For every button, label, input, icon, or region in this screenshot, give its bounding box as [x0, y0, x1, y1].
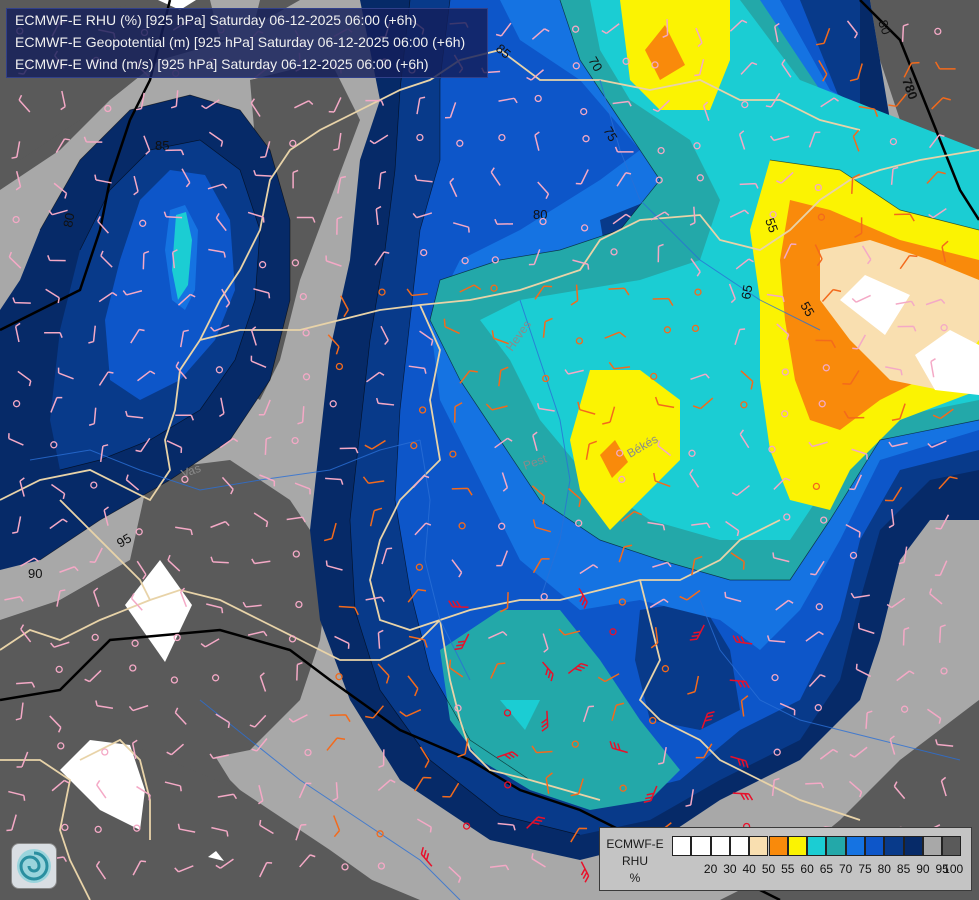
legend-swatch [710, 836, 730, 856]
legend-swatch [884, 836, 904, 856]
spiral-logo-icon [17, 849, 51, 883]
legend-swatch [903, 836, 923, 856]
legend-swatch [672, 836, 692, 856]
legend-label: 100 [943, 862, 964, 876]
legend-swatch [691, 836, 711, 856]
legend-title-line: RHU [622, 854, 648, 868]
rhu-legend: ECMWF-E RHU % 20 30 40 50 55 60 65 70 75 80 85 90 95… [599, 827, 972, 891]
provider-logo [11, 843, 57, 889]
map-title-box: ECMWF-E RHU (%) [925 hPa] Saturday 06-12… [6, 8, 488, 78]
title-rhu: ECMWF-E RHU (%) [925 hPa] Saturday 06-12… [15, 12, 417, 28]
legend-swatch [942, 836, 962, 856]
legend-swatch [749, 836, 769, 856]
legend-swatch [768, 836, 788, 856]
legend-swatch [807, 836, 827, 856]
legend-title-line: % [629, 871, 641, 885]
legend-title-line: ECMWF-E [606, 837, 664, 851]
contour-label: 65 [738, 284, 755, 301]
weather-map: 85 80 75 70 65 55 95 90 85 80 780 80 55 … [0, 0, 979, 900]
legend-swatch [865, 836, 885, 856]
legend-swatch [729, 836, 750, 856]
legend-swatch [826, 836, 846, 856]
title-geopotential: ECMWF-E Geopotential (m) [925 hPa] Satur… [15, 34, 466, 50]
contour-label: 90 [28, 566, 42, 581]
title-wind: ECMWF-E Wind (m/s) [925 hPa] Saturday 06… [15, 56, 429, 72]
legend-swatch [787, 836, 808, 856]
contour-label: 80 [60, 212, 77, 229]
legend-swatch [845, 836, 865, 856]
legend-swatch [922, 836, 943, 856]
